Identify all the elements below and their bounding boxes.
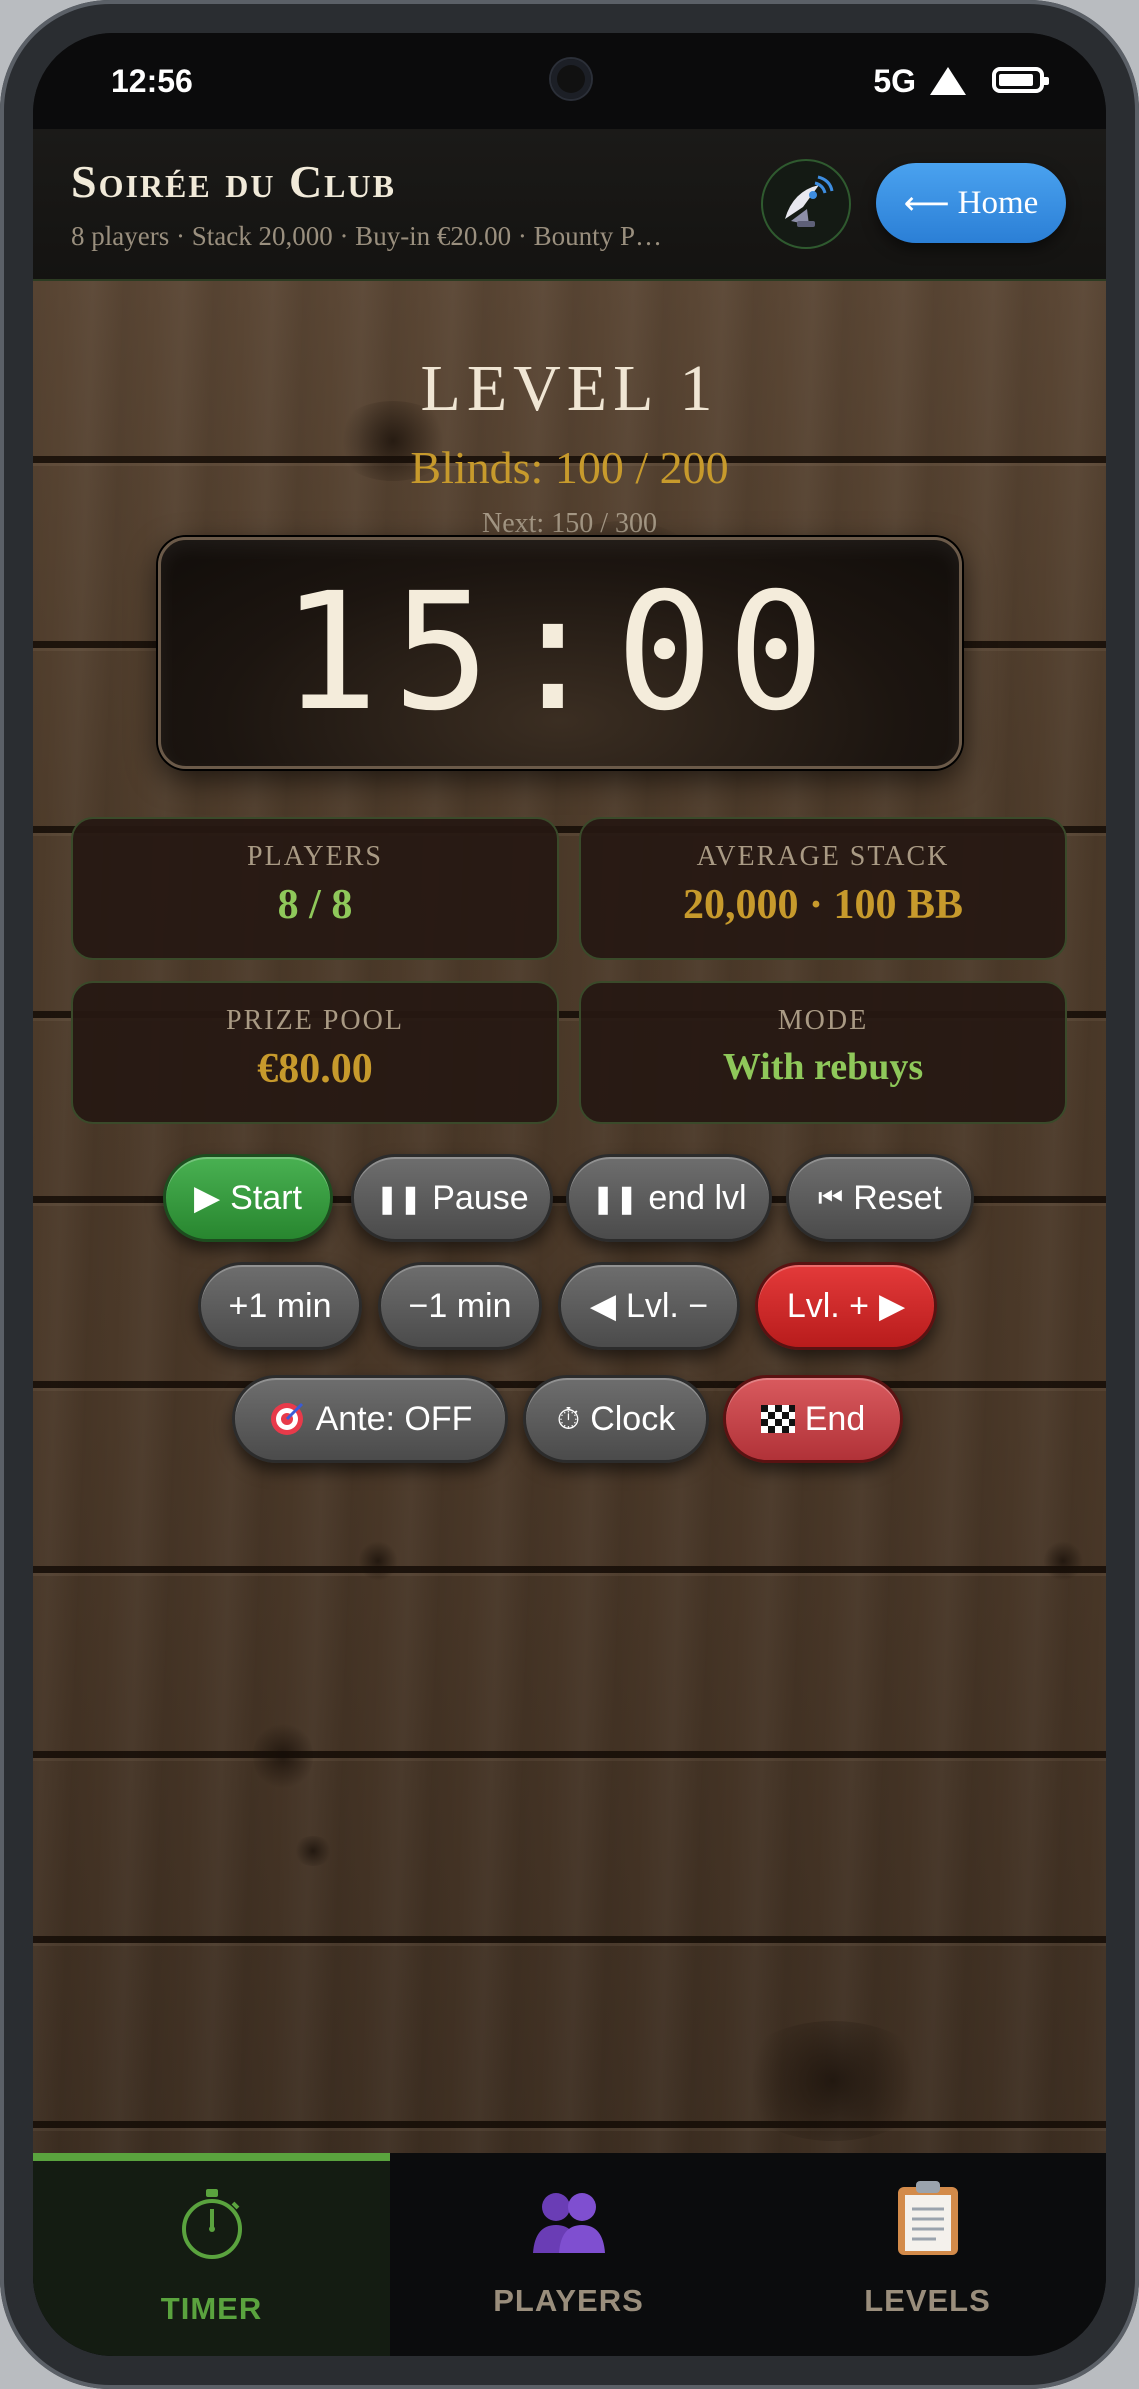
triangle-left-icon: ◀	[589, 1287, 616, 1325]
countdown-time: 15:00	[281, 559, 839, 747]
target-icon	[270, 1402, 303, 1435]
average-stack-label: AVERAGE STACK	[696, 841, 950, 872]
wood-knot	[293, 1836, 333, 1866]
end-tournament-button[interactable]: End	[723, 1375, 903, 1463]
wood-knot	[253, 1721, 313, 1791]
prize-pool-label: PRIZE POOL	[226, 1005, 404, 1036]
level-up-button[interactable]: Lvl. + ▶	[755, 1262, 937, 1350]
countdown-display: 15:00	[158, 537, 962, 769]
average-stack-value: 20,000 · 100 BB	[682, 882, 964, 928]
app-header: Soirée du Club 8 players · Stack 20,000 …	[33, 129, 1106, 281]
wood-knot	[358, 1541, 398, 1581]
status-bar: 12:56 5G	[33, 33, 1106, 129]
signal-icon	[930, 67, 966, 95]
wood-knot	[1043, 1541, 1083, 1581]
clock-button[interactable]: ⏱ Clock	[523, 1375, 709, 1463]
tournament-summary: 8 players · Stack 20,000 · Buy-in €20.00…	[71, 221, 662, 251]
level-down-label: Lvl. −	[625, 1286, 709, 1325]
add-minute-button[interactable]: +1 min	[198, 1262, 362, 1350]
triangle-right-icon: ▶	[879, 1287, 906, 1325]
pause-button[interactable]: ❚❚ Pause	[351, 1154, 553, 1242]
bottom-nav: TIMER PLAYERS LEVELS	[33, 2153, 1106, 2356]
players-card: PLAYERS 8 / 8	[71, 817, 559, 960]
tab-levels[interactable]: LEVELS	[749, 2153, 1106, 2356]
broadcast-button[interactable]	[761, 159, 851, 249]
ante-label: Ante: OFF	[315, 1399, 473, 1438]
checkered-flag-icon	[760, 1405, 795, 1433]
battery-icon	[992, 67, 1049, 93]
pause-icon: ❚❚	[591, 1182, 639, 1214]
level-up-label: Lvl. +	[786, 1286, 870, 1325]
tab-players-label: PLAYERS	[493, 2283, 644, 2318]
people-icon	[532, 2193, 605, 2253]
level-down-button[interactable]: ◀ Lvl. −	[558, 1262, 740, 1350]
phone-frame: 12:56 5G Soirée du Club 8 players · Stac…	[0, 0, 1139, 2389]
add-minute-label: +1 min	[228, 1286, 332, 1325]
remove-minute-label: −1 min	[408, 1286, 512, 1325]
end-level-button[interactable]: ❚❚ end lvl	[566, 1154, 772, 1242]
stopwatch-icon	[181, 2189, 242, 2259]
mode-label: MODE	[777, 1005, 869, 1036]
end-level-label: end lvl	[648, 1178, 747, 1217]
reset-button[interactable]: ⏮ Reset	[786, 1154, 974, 1242]
mode-value: With rebuys	[722, 1046, 924, 1088]
remove-minute-button[interactable]: −1 min	[378, 1262, 542, 1350]
play-icon: ▶	[194, 1179, 221, 1217]
tab-players[interactable]: PLAYERS	[390, 2153, 747, 2356]
start-label: Start	[230, 1178, 302, 1217]
status-time: 12:56	[111, 63, 193, 99]
tab-levels-label: LEVELS	[864, 2283, 991, 2318]
home-button[interactable]: ⟵ Home	[876, 163, 1066, 243]
start-button[interactable]: ▶ Start	[163, 1154, 333, 1242]
tab-timer[interactable]: TIMER	[33, 2153, 390, 2356]
players-value: 8 / 8	[277, 882, 353, 928]
blinds-current: Blinds: 100 / 200	[410, 442, 729, 493]
end-label: End	[804, 1399, 866, 1438]
skip-back-icon: ⏮	[817, 1181, 844, 1213]
reset-label: Reset	[853, 1178, 943, 1217]
mode-card: MODE With rebuys	[579, 981, 1067, 1124]
satellite-dish-icon	[785, 175, 834, 227]
wood-knot	[733, 2021, 933, 2141]
clock-label: Clock	[590, 1399, 676, 1438]
ante-toggle-button[interactable]: Ante: OFF	[232, 1375, 508, 1463]
pause-icon: ❚❚	[375, 1182, 423, 1214]
home-label: Home	[957, 184, 1039, 221]
blinds-next: Next: 150 / 300	[482, 508, 657, 539]
tournament-title: Soirée du Club	[71, 156, 396, 207]
pause-label: Pause	[432, 1178, 529, 1217]
prize-pool-card: PRIZE POOL €80.00	[71, 981, 559, 1124]
average-stack-card: AVERAGE STACK 20,000 · 100 BB	[579, 817, 1067, 960]
clipboard-icon	[897, 2181, 958, 2255]
network-label: 5G	[873, 63, 916, 99]
stopwatch-icon: ⏱	[556, 1401, 581, 1437]
front-camera	[551, 59, 591, 99]
screen: 12:56 5G Soirée du Club 8 players · Stac…	[33, 33, 1106, 2356]
level-title: LEVEL 1	[420, 352, 719, 425]
prize-pool-value: €80.00	[257, 1046, 373, 1092]
arrow-left-icon: ⟵	[903, 184, 950, 222]
tab-timer-label: TIMER	[160, 2291, 263, 2326]
players-label: PLAYERS	[247, 841, 383, 872]
